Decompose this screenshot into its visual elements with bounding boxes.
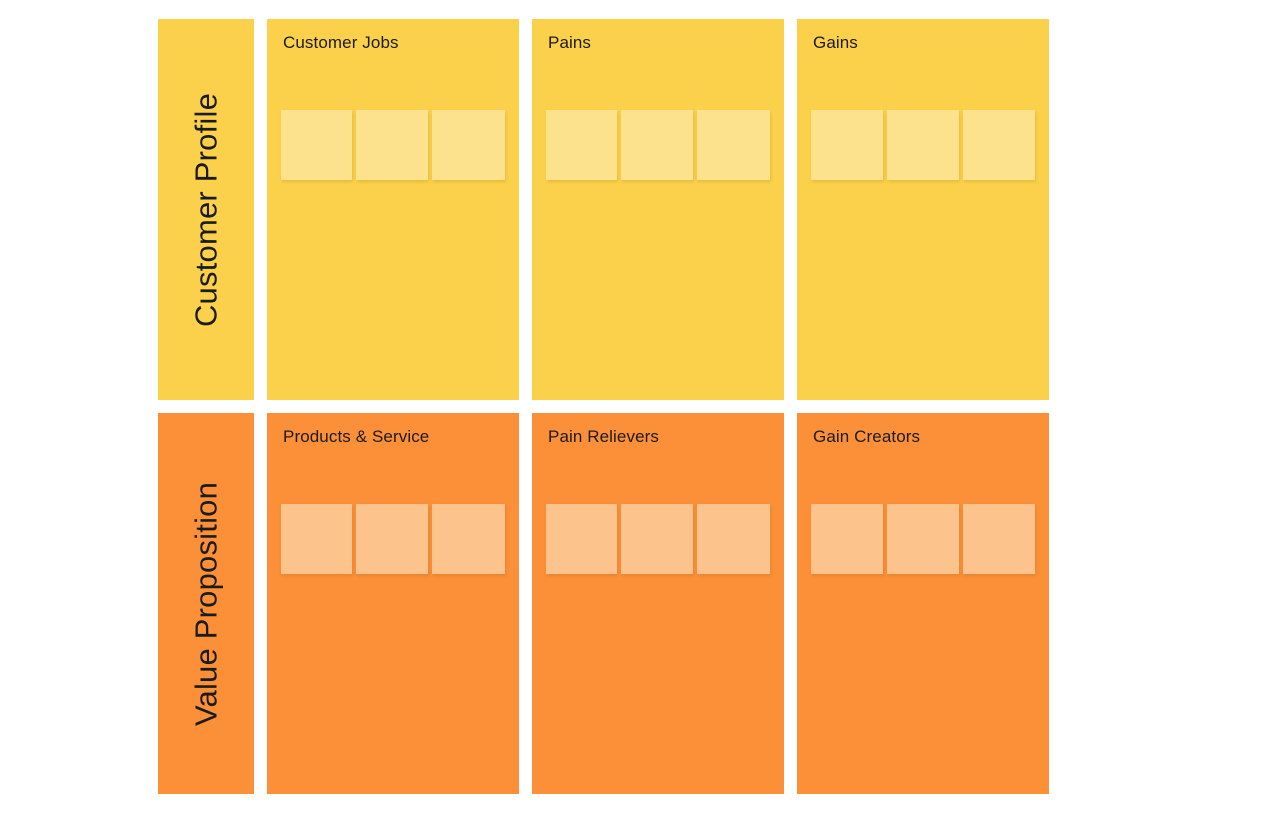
sticky-note[interactable] xyxy=(431,110,505,180)
sticky-note[interactable] xyxy=(546,110,618,180)
sticky-note[interactable] xyxy=(356,110,428,180)
side-label-customer-profile-text: Customer Profile xyxy=(188,92,224,327)
notes-products-service xyxy=(281,504,505,574)
sticky-note[interactable] xyxy=(887,110,959,180)
sticky-note[interactable] xyxy=(811,504,883,574)
panel-gain-creators[interactable]: Gain Creators xyxy=(797,413,1049,794)
sticky-note[interactable] xyxy=(281,504,353,574)
sticky-note[interactable] xyxy=(963,504,1035,574)
sticky-note[interactable] xyxy=(696,504,770,574)
panel-gains[interactable]: Gains xyxy=(797,19,1049,400)
panel-title-gain-creators: Gain Creators xyxy=(813,427,921,446)
side-label-value-proposition-text: Value Proposition xyxy=(188,481,224,726)
panel-title-customer-jobs: Customer Jobs xyxy=(283,33,399,52)
sticky-note[interactable] xyxy=(963,110,1035,180)
value-proposition-canvas: Customer Profile Customer Jobs Pains Gai… xyxy=(0,0,1280,816)
canvas-board: Customer Profile Customer Jobs Pains Gai… xyxy=(158,19,1049,794)
panel-title-pain-relievers: Pain Relievers xyxy=(548,427,660,446)
sticky-note[interactable] xyxy=(431,504,505,574)
sticky-note[interactable] xyxy=(621,110,693,180)
notes-pains xyxy=(546,110,770,180)
side-label-customer-profile: Customer Profile xyxy=(158,19,254,400)
notes-pain-relievers xyxy=(546,504,770,574)
sticky-note[interactable] xyxy=(696,110,770,180)
sticky-note[interactable] xyxy=(281,110,353,180)
panel-title-pains: Pains xyxy=(548,33,592,52)
sticky-note[interactable] xyxy=(811,110,883,180)
row-value-proposition: Value Proposition Products & Service Pai… xyxy=(158,413,1049,794)
notes-gain-creators xyxy=(811,504,1035,574)
sticky-note[interactable] xyxy=(546,504,618,574)
panel-products-service[interactable]: Products & Service xyxy=(267,413,519,794)
panel-title-gains: Gains xyxy=(813,33,858,52)
sticky-note[interactable] xyxy=(356,504,428,574)
side-label-value-proposition: Value Proposition xyxy=(158,413,254,794)
panel-title-products-service: Products & Service xyxy=(283,427,430,446)
notes-gains xyxy=(811,110,1035,180)
sticky-note[interactable] xyxy=(887,504,959,574)
panel-pains[interactable]: Pains xyxy=(532,19,784,400)
sticky-note[interactable] xyxy=(621,504,693,574)
notes-customer-jobs xyxy=(281,110,505,180)
panel-customer-jobs[interactable]: Customer Jobs xyxy=(267,19,519,400)
row-customer-profile: Customer Profile Customer Jobs Pains Gai… xyxy=(158,19,1049,400)
panel-pain-relievers[interactable]: Pain Relievers xyxy=(532,413,784,794)
